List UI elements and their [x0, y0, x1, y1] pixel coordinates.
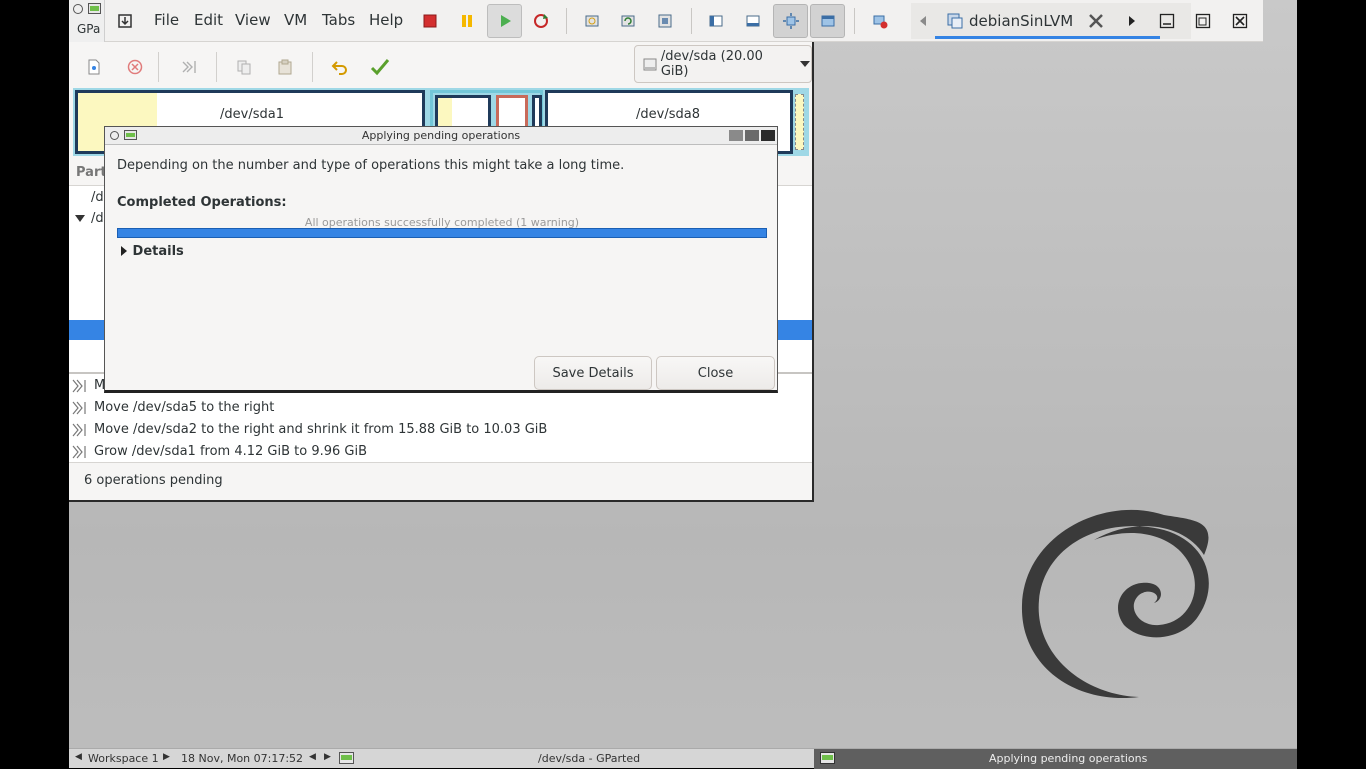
minimize-icon[interactable] — [729, 130, 743, 141]
partition-label-sda1: /dev/sda1 — [220, 107, 284, 122]
move-resize-icon — [72, 379, 86, 393]
taskbar-gparted[interactable]: /dev/sda - GParted — [538, 752, 640, 765]
menu-tabs[interactable]: Tabs — [322, 11, 355, 29]
pending-count: 6 operations pending — [84, 473, 223, 488]
operation-text: Move /dev/sda5 to the right — [94, 400, 275, 415]
tab-label: debianSinLVM — [969, 12, 1074, 30]
progress-bar — [117, 228, 767, 238]
close-window-icon[interactable] — [1224, 4, 1256, 38]
details-expander[interactable]: Details — [120, 244, 184, 259]
vm-icon — [947, 13, 963, 29]
move-resize-icon — [72, 423, 86, 437]
move-resize-icon — [72, 401, 86, 415]
gparted-app-icon — [88, 3, 101, 14]
operation-text: Move /dev/sda2 to the right and shrink i… — [94, 422, 548, 437]
suspend-icon[interactable] — [451, 4, 483, 38]
full-screen-icon[interactable] — [773, 4, 808, 38]
window-title-fragment: GPa — [77, 22, 101, 36]
window-menu-icon[interactable] — [109, 130, 120, 141]
device-selector[interactable]: /dev/sda (20.00 GiB) — [634, 45, 812, 83]
apply-operations-dialog: Applying pending operations Depending on… — [104, 126, 778, 393]
show-library-icon[interactable] — [700, 4, 732, 38]
taskbar-active-task[interactable]: Applying pending operations — [814, 749, 1297, 769]
menu-edit[interactable]: Edit — [194, 11, 223, 29]
paste-icon[interactable] — [272, 54, 298, 80]
tab-scroll-right-icon[interactable] — [1121, 4, 1143, 38]
console-view-icon[interactable] — [864, 4, 896, 38]
apply-icon[interactable] — [367, 54, 393, 80]
partition-label-sda8: /dev/sda8 — [636, 107, 700, 122]
delete-partition-icon[interactable] — [122, 54, 148, 80]
workspace-next-icon[interactable]: ▶ — [163, 752, 170, 762]
task-next-icon[interactable]: ▶ — [324, 752, 331, 762]
status-bar: 6 operations pending — [69, 462, 812, 500]
disk-icon — [643, 58, 657, 71]
maximize-icon[interactable] — [745, 130, 759, 141]
pin-icon[interactable] — [109, 4, 141, 38]
dialog-titlebar[interactable]: Applying pending operations — [105, 127, 777, 145]
save-details-button[interactable]: Save Details — [534, 356, 652, 390]
progress-fill — [118, 229, 766, 237]
bottom-panel: ◀ Workspace 1 ▶ 18 Nov, Mon 07:17:52 ◀ ▶… — [69, 748, 1297, 769]
menu-vm[interactable]: VM — [284, 11, 307, 29]
unity-icon[interactable] — [810, 4, 845, 38]
toolbar-separator — [854, 8, 855, 34]
menu-view[interactable]: View — [235, 11, 271, 29]
snapshot-icon[interactable] — [576, 4, 608, 38]
tab-scroll-left-icon[interactable] — [911, 4, 935, 38]
undo-icon[interactable] — [327, 54, 353, 80]
expander-open-icon[interactable] — [75, 215, 85, 223]
maximize-icon[interactable] — [1187, 4, 1219, 38]
completed-operations-label: Completed Operations: — [117, 195, 287, 210]
toolbar-separator — [566, 8, 567, 34]
expander-closed-icon — [121, 246, 127, 256]
toolbar-separator — [216, 52, 217, 82]
unallocated-block[interactable] — [795, 94, 804, 150]
operation-row[interactable]: Grow /dev/sda1 from 4.12 GiB to 9.96 GiB — [69, 441, 812, 463]
minimize-icon[interactable] — [1151, 4, 1183, 38]
operation-row[interactable]: Move /dev/sda5 to the right — [69, 397, 812, 419]
revert-snapshot-icon[interactable] — [612, 4, 644, 38]
show-thumbnail-bar-icon[interactable] — [737, 4, 769, 38]
operation-text: Grow /dev/sda1 from 4.12 GiB to 9.96 GiB — [94, 444, 368, 459]
column-header-partition[interactable]: Part — [76, 165, 107, 180]
close-tab-icon[interactable] — [1088, 13, 1104, 29]
close-icon[interactable] — [761, 130, 775, 141]
move-resize-icon — [72, 445, 86, 459]
operation-row[interactable]: Move /dev/sda2 to the right and shrink i… — [69, 419, 812, 441]
power-off-icon[interactable] — [414, 4, 446, 38]
device-selector-label: /dev/sda (20.00 GiB) — [660, 49, 763, 79]
chevron-down-icon — [800, 61, 811, 67]
debian-swirl-logo — [1021, 509, 1209, 699]
details-label: Details — [132, 244, 184, 259]
partition-row-text[interactable]: /d — [91, 211, 104, 226]
workspace-label[interactable]: Workspace 1 — [88, 752, 159, 765]
dialog-title: Applying pending operations — [361, 129, 521, 142]
toolbar-separator — [312, 52, 313, 82]
toolbar-separator — [158, 52, 159, 82]
gparted-task-icon[interactable] — [339, 752, 354, 764]
menu-file[interactable]: File — [154, 11, 179, 29]
resize-move-icon[interactable] — [176, 54, 202, 80]
partition-row-text[interactable]: /d — [91, 190, 104, 205]
vm-toolbar: File Edit View VM Tabs Help debianSinLVM — [69, 0, 1263, 42]
window-menu-icon[interactable] — [72, 3, 84, 15]
close-button[interactable]: Close — [656, 356, 775, 390]
dialog-message: Depending on the number and type of oper… — [117, 158, 625, 173]
new-partition-icon[interactable] — [81, 54, 107, 80]
menu-help[interactable]: Help — [369, 11, 403, 29]
clock: 18 Nov, Mon 07:17:52 — [181, 752, 304, 765]
gparted-task-icon — [820, 752, 835, 764]
workspace-prev-icon[interactable]: ◀ — [75, 752, 82, 762]
copy-icon[interactable] — [231, 54, 257, 80]
reset-icon[interactable] — [525, 4, 557, 38]
snapshot-manager-icon[interactable] — [649, 4, 681, 38]
task-prev-icon[interactable]: ◀ — [309, 752, 316, 762]
gparted-app-icon — [124, 130, 137, 140]
taskbar-apply-dialog: Applying pending operations — [989, 752, 1148, 765]
gparted-titlebar-stub: GPa — [69, 0, 105, 42]
power-on-icon[interactable] — [487, 4, 522, 38]
toolbar-separator — [691, 8, 692, 34]
